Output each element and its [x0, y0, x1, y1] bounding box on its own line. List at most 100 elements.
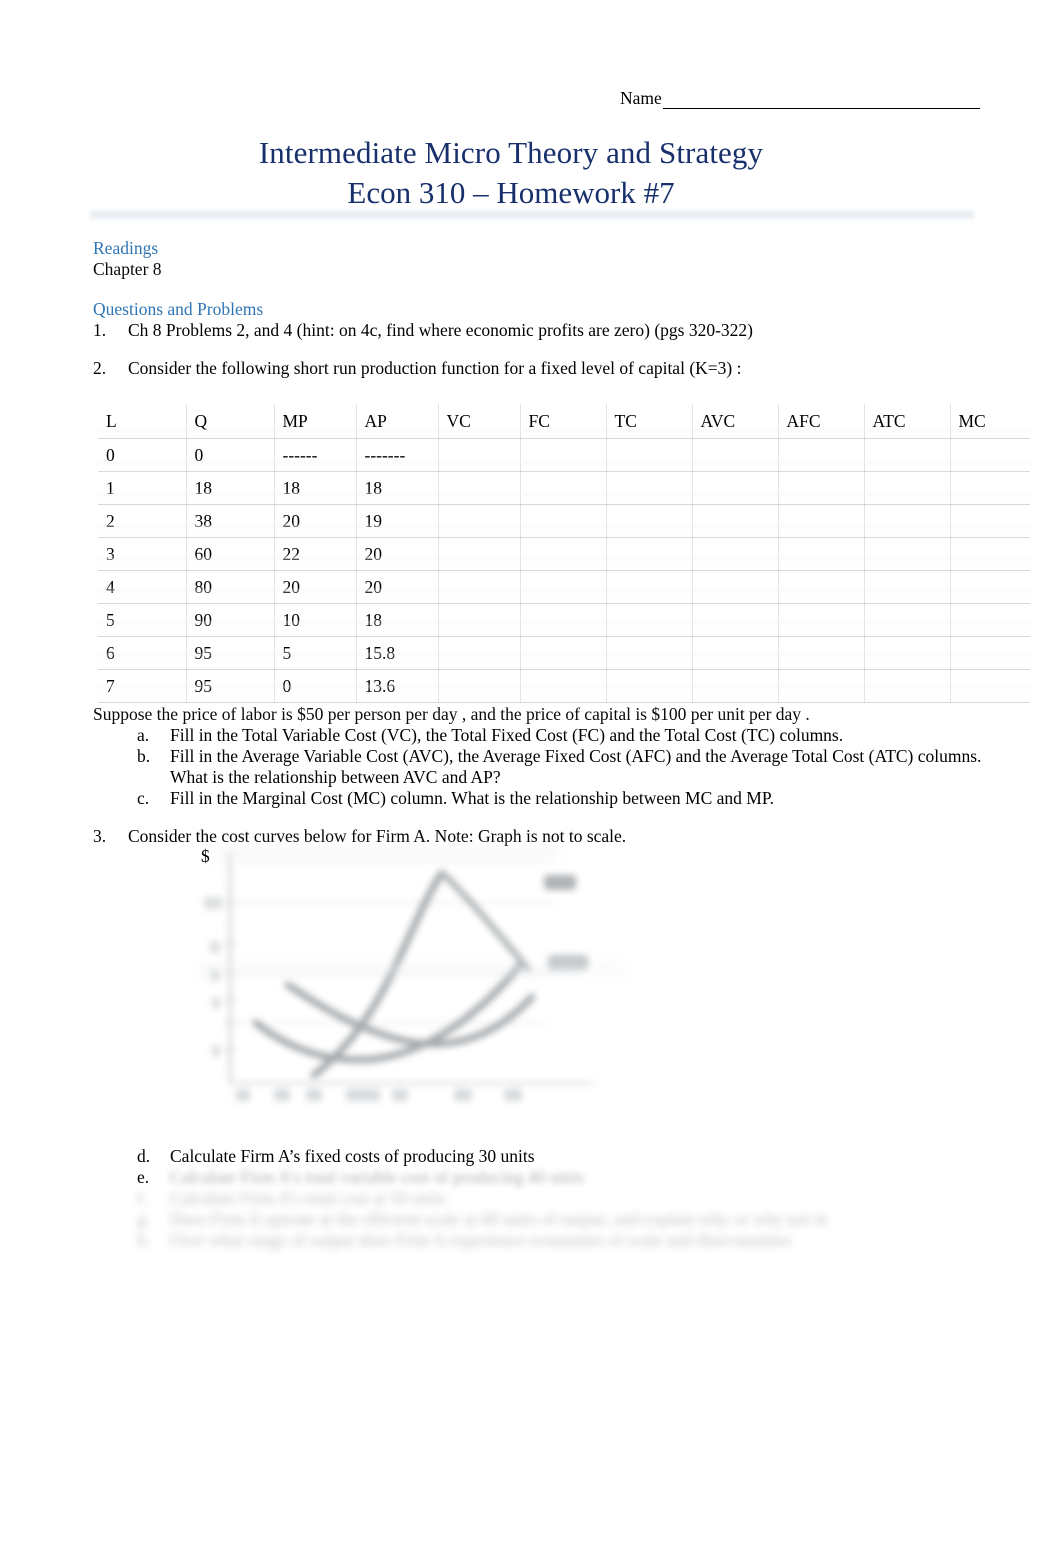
cell-AFC[interactable] — [778, 438, 865, 472]
title-line-2: Econ 310 – Homework #7 — [347, 175, 675, 210]
cell-MC[interactable] — [950, 669, 1030, 703]
subpart-text-redacted: Calculate Firm A's total variable cost o… — [170, 1167, 584, 1187]
readings-body: Chapter 8 — [93, 259, 162, 279]
cell-MP: 20 — [274, 504, 357, 538]
table-row: 3 60 22 20 — [98, 537, 1030, 571]
cell-TC[interactable] — [606, 570, 693, 604]
cell-AVC[interactable] — [692, 570, 779, 604]
subpart-text-redacted: Does Firm A operate at the efficient sca… — [170, 1209, 828, 1229]
subpart-marker: b. — [137, 746, 151, 766]
cell-VC[interactable] — [438, 603, 521, 637]
cell-TC[interactable] — [606, 537, 693, 571]
cell-ATC[interactable] — [864, 471, 951, 505]
table-row: 2 38 20 19 — [98, 504, 1030, 538]
column-header-FC: FC — [520, 404, 607, 439]
cell-MP: 5 — [274, 636, 357, 670]
cell-MC[interactable] — [950, 603, 1030, 637]
cell-ATC[interactable] — [864, 669, 951, 703]
document-page: Name Intermediate Micro Theory and Strat… — [0, 0, 1062, 1561]
name-label: Name — [620, 88, 662, 108]
subpart-text: Fill in the Total Variable Cost (VC), th… — [170, 725, 844, 745]
cell-AFC[interactable] — [778, 471, 865, 505]
list-item: g. Does Firm A operate at the efficient … — [137, 1209, 1037, 1230]
cell-MP: 18 — [274, 471, 357, 505]
cell-AP: 20 — [356, 537, 439, 571]
cell-ATC[interactable] — [864, 537, 951, 571]
questions-and-problems-heading: Questions and Problems — [93, 299, 264, 319]
cell-Q: 38 — [186, 504, 275, 538]
cell-MC[interactable] — [950, 504, 1030, 538]
table-header-row: L Q MP AP VC FC TC AVC AFC ATC MC — [98, 404, 1030, 439]
cell-VC[interactable] — [438, 504, 521, 538]
cell-VC[interactable] — [438, 471, 521, 505]
cell-MP: 10 — [274, 603, 357, 637]
column-header-TC: TC — [606, 404, 693, 439]
cell-AFC[interactable] — [778, 636, 865, 670]
cell-AVC[interactable] — [692, 471, 779, 505]
question-marker: 3. — [93, 826, 107, 846]
cell-VC[interactable] — [438, 537, 521, 571]
cell-FC[interactable] — [520, 471, 607, 505]
cell-AFC[interactable] — [778, 537, 865, 571]
table-row: 7 95 0 13.6 — [98, 669, 1030, 703]
cell-AFC[interactable] — [778, 504, 865, 538]
cell-TC[interactable] — [606, 669, 693, 703]
name-input-line[interactable] — [662, 95, 980, 109]
cell-Q: 95 — [186, 636, 275, 670]
cell-ATC[interactable] — [864, 570, 951, 604]
cell-AFC[interactable] — [778, 570, 865, 604]
cell-TC[interactable] — [606, 504, 693, 538]
cell-MC[interactable] — [950, 537, 1030, 571]
cell-L: 5 — [98, 603, 187, 637]
suppose-paragraph: Suppose the price of labor is $50 per pe… — [93, 704, 810, 724]
cell-L: 0 — [98, 438, 187, 472]
cell-MC[interactable] — [950, 636, 1030, 670]
cell-FC[interactable] — [520, 636, 607, 670]
cell-AP: 19 — [356, 504, 439, 538]
cell-AP: 18 — [356, 603, 439, 637]
subpart-marker: d. — [137, 1146, 151, 1166]
cell-AP: ------- — [356, 438, 439, 472]
cost-curves-graph — [196, 845, 626, 1120]
cell-AVC[interactable] — [692, 438, 779, 472]
cell-ATC[interactable] — [864, 603, 951, 637]
cell-AVC[interactable] — [692, 669, 779, 703]
cell-FC[interactable] — [520, 537, 607, 571]
cell-ATC[interactable] — [864, 504, 951, 538]
cell-MC[interactable] — [950, 438, 1030, 472]
cell-AVC[interactable] — [692, 636, 779, 670]
cell-TC[interactable] — [606, 471, 693, 505]
production-function-table: L Q MP AP VC FC TC AVC AFC ATC MC 0 0 --… — [98, 404, 1030, 703]
cell-FC[interactable] — [520, 669, 607, 703]
cell-AVC[interactable] — [692, 504, 779, 538]
cell-TC[interactable] — [606, 438, 693, 472]
cell-AFC[interactable] — [778, 603, 865, 637]
cell-AVC[interactable] — [692, 537, 779, 571]
table-row: 6 95 5 15.8 — [98, 636, 1030, 670]
list-item: c. Fill in the Marginal Cost (MC) column… — [137, 788, 1037, 809]
subpart-marker: a. — [137, 725, 150, 745]
cell-TC[interactable] — [606, 636, 693, 670]
cell-MC[interactable] — [950, 471, 1030, 505]
cell-VC[interactable] — [438, 636, 521, 670]
cell-FC[interactable] — [520, 603, 607, 637]
list-item: d. Calculate Firm A’s fixed costs of pro… — [137, 1146, 1037, 1167]
cell-VC[interactable] — [438, 570, 521, 604]
cell-ATC[interactable] — [864, 438, 951, 472]
cell-L: 2 — [98, 504, 187, 538]
cell-VC[interactable] — [438, 669, 521, 703]
cell-FC[interactable] — [520, 504, 607, 538]
cell-ATC[interactable] — [864, 636, 951, 670]
cell-MP: ------ — [274, 438, 357, 472]
cell-FC[interactable] — [520, 570, 607, 604]
question-marker: 2. — [93, 358, 107, 378]
cell-VC[interactable] — [438, 438, 521, 472]
subpart-marker-redacted: f. — [137, 1188, 148, 1208]
cell-FC[interactable] — [520, 438, 607, 472]
cell-AFC[interactable] — [778, 669, 865, 703]
cell-TC[interactable] — [606, 603, 693, 637]
cell-AVC[interactable] — [692, 603, 779, 637]
subpart-marker: c. — [137, 788, 150, 808]
cell-MC[interactable] — [950, 570, 1030, 604]
subpart-marker: e. — [137, 1167, 150, 1187]
